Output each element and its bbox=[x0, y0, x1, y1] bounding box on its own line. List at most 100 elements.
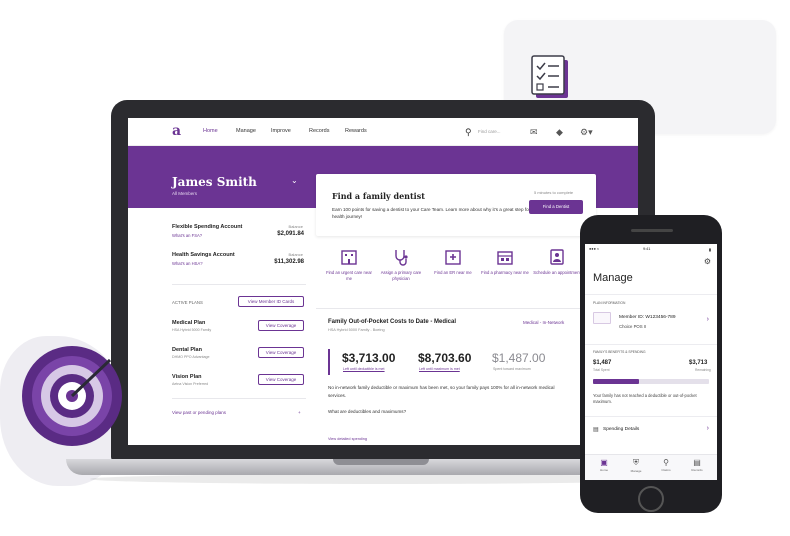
quick-action-label: Find an ER near me bbox=[434, 270, 472, 275]
mail-icon[interactable]: ✉ bbox=[530, 127, 538, 138]
claims-icon: ⚲ bbox=[663, 458, 669, 467]
chevron-right-icon[interactable]: › bbox=[707, 425, 709, 432]
tab-manage[interactable]: ⛨ Manage bbox=[621, 458, 651, 473]
quick-action-label: Schedule an appointment bbox=[533, 270, 581, 275]
tab-label: Records bbox=[691, 468, 703, 472]
promo-title: Find a family dentist bbox=[332, 191, 425, 201]
spent-value: $1,487 bbox=[593, 360, 612, 366]
laptop-screen: a Home Manage Improve Records Rewards ⚲ … bbox=[128, 118, 638, 445]
deductibles-question[interactable]: What are deductibles and maximums? bbox=[328, 409, 406, 414]
tab-records[interactable]: ▤ Records bbox=[682, 458, 712, 472]
nav-records[interactable]: Records bbox=[309, 128, 329, 134]
gear-icon[interactable]: ⚙ bbox=[704, 257, 711, 266]
hospital-icon bbox=[445, 250, 461, 265]
fsa-balance-label: Balance bbox=[288, 224, 303, 229]
nav-rewards[interactable]: Rewards bbox=[345, 128, 367, 134]
checklist-document-icon bbox=[531, 55, 568, 98]
hsa-name: Health Savings Account bbox=[172, 252, 235, 258]
out-of-pocket-card: Family Out-of-Pocket Costs to Date - Med… bbox=[316, 308, 596, 445]
marketing-composite: a Home Manage Improve Records Rewards ⚲ … bbox=[0, 0, 790, 536]
maximum-amount: $8,703.60 bbox=[418, 351, 472, 365]
hsa-balance-label: Balance bbox=[288, 252, 303, 257]
tab-bar: ▣ Home ⛨ Manage ⚲ Claims ▤ Records bbox=[585, 454, 717, 480]
quick-action-assign-pcp[interactable]: Assign a primary care physician bbox=[375, 248, 427, 281]
nav-home[interactable]: Home bbox=[203, 128, 218, 134]
records-icon: ▤ bbox=[693, 458, 701, 467]
plan-section-title: PLAN INFORMATION bbox=[593, 301, 626, 305]
brand-logo[interactable]: a bbox=[172, 123, 181, 139]
phone-screen: ●●● ≈ 9:41 ▮ ⚙ Manage PLAN INFORMATION M… bbox=[585, 244, 717, 480]
promo-body: Earn 100 points for saving a dentist to … bbox=[332, 207, 541, 219]
nav-manage[interactable]: Manage bbox=[236, 128, 256, 134]
promo-card: Find a family dentist Earn 100 points fo… bbox=[316, 174, 596, 236]
dental-view-coverage-button[interactable]: View Coverage bbox=[258, 347, 304, 358]
divider bbox=[172, 398, 306, 399]
hsa-link[interactable]: What's an HSA? bbox=[172, 261, 203, 266]
view-detailed-spending-link[interactable]: View detailed spending bbox=[328, 437, 367, 441]
quick-action-label: Assign a primary care physician bbox=[380, 270, 422, 281]
tab-claims[interactable]: ⚲ Claims bbox=[651, 458, 681, 472]
status-time: 9:41 bbox=[643, 247, 651, 251]
spending-details-label: Spending Details bbox=[603, 427, 640, 432]
target-badge-icon bbox=[22, 346, 122, 446]
spending-progress bbox=[593, 379, 709, 384]
network-selector[interactable]: Medical - In-Network bbox=[523, 320, 564, 325]
fsa-name: Flexible Spending Account bbox=[172, 224, 243, 230]
dental-plan-name: Dental Plan bbox=[172, 347, 202, 353]
medical-plan-sub: HSA Hybrid 5000 Family bbox=[172, 328, 212, 332]
remaining-value: $3,713 bbox=[689, 360, 708, 366]
fsa-link[interactable]: What's an FSA? bbox=[172, 233, 202, 238]
phone-speaker bbox=[631, 229, 673, 232]
costs-title: Family Out-of-Pocket Costs to Date - Med… bbox=[328, 319, 457, 325]
view-id-cards-button[interactable]: View Member ID Cards bbox=[238, 296, 304, 307]
vision-view-coverage-button[interactable]: View Coverage bbox=[258, 374, 304, 385]
profile-menu-icon[interactable]: ⚙▾ bbox=[580, 127, 593, 138]
deductible-label[interactable]: Left until deductible is met bbox=[343, 367, 385, 371]
dental-plan-sub: DHMO PPO Advantage bbox=[172, 355, 210, 359]
remaining-label: Remaining bbox=[695, 368, 711, 372]
quick-action-er[interactable]: Find an ER near me bbox=[427, 248, 479, 276]
hsa-balance: $11,302.98 bbox=[274, 259, 304, 265]
stethoscope-icon bbox=[395, 250, 408, 266]
tab-home[interactable]: ▣ Home bbox=[589, 458, 619, 472]
maximum-label[interactable]: Left until maximum is met bbox=[419, 367, 460, 371]
member-name[interactable]: James Smith bbox=[172, 175, 257, 189]
member-id: Member ID: W123456-789 bbox=[619, 315, 676, 320]
quick-action-pharmacy[interactable]: Find a pharmacy near me bbox=[479, 248, 531, 276]
medical-plan-name: Medical Plan bbox=[172, 320, 206, 326]
spending-note: Your family has not reached a deductible… bbox=[593, 393, 697, 404]
quick-action-label: Find a pharmacy near me bbox=[481, 270, 529, 275]
tab-label: Claims bbox=[661, 468, 671, 472]
benefits-section-title: FAMILY'S BENEFITS & SPENDING bbox=[593, 350, 646, 354]
promo-time: 5 minutes to complete bbox=[534, 190, 574, 195]
spent-label: Spent toward maximum bbox=[493, 367, 531, 371]
home-icon: ▣ bbox=[600, 458, 608, 467]
expand-plus-icon[interactable]: + bbox=[298, 410, 301, 415]
find-dentist-button[interactable]: Find a Dentist bbox=[529, 200, 583, 214]
id-card-icon bbox=[593, 312, 611, 324]
costs-subtitle: HSA Hybrid 5000 Family - Boeing bbox=[328, 328, 385, 332]
quick-action-urgent-care[interactable]: Find an urgent care near me bbox=[323, 248, 375, 281]
chevron-down-icon[interactable]: ⌄ bbox=[291, 176, 298, 185]
laptop-notch bbox=[333, 459, 429, 465]
deductible-amount: $3,713.00 bbox=[342, 351, 396, 365]
fsa-balance: $2,091.84 bbox=[277, 231, 304, 237]
bell-icon[interactable]: ◆ bbox=[556, 127, 563, 138]
medical-view-coverage-button[interactable]: View Coverage bbox=[258, 320, 304, 331]
chevron-right-icon[interactable]: › bbox=[707, 316, 709, 323]
quick-action-schedule[interactable]: Schedule an appointment bbox=[531, 248, 583, 276]
phone-home-button[interactable] bbox=[638, 486, 664, 512]
vision-plan-sub: Aetna Vision Preferred bbox=[172, 382, 209, 386]
search-input[interactable]: Find care... bbox=[478, 129, 501, 134]
battery-icon: ▮ bbox=[708, 248, 711, 252]
search-icon[interactable]: ⚲ bbox=[465, 127, 472, 138]
costs-description: No in-network family deductible or maxim… bbox=[328, 385, 555, 398]
shield-icon: ⛨ bbox=[633, 458, 639, 467]
pharmacy-icon bbox=[497, 251, 513, 265]
past-plans-link[interactable]: View past or pending plans bbox=[172, 410, 226, 415]
nav-improve[interactable]: Improve bbox=[271, 128, 291, 134]
spending-progress-fill bbox=[593, 379, 640, 384]
document-icon: ▤ bbox=[593, 427, 599, 433]
spent-amount: $1,487.00 bbox=[492, 351, 546, 365]
divider bbox=[172, 284, 306, 285]
